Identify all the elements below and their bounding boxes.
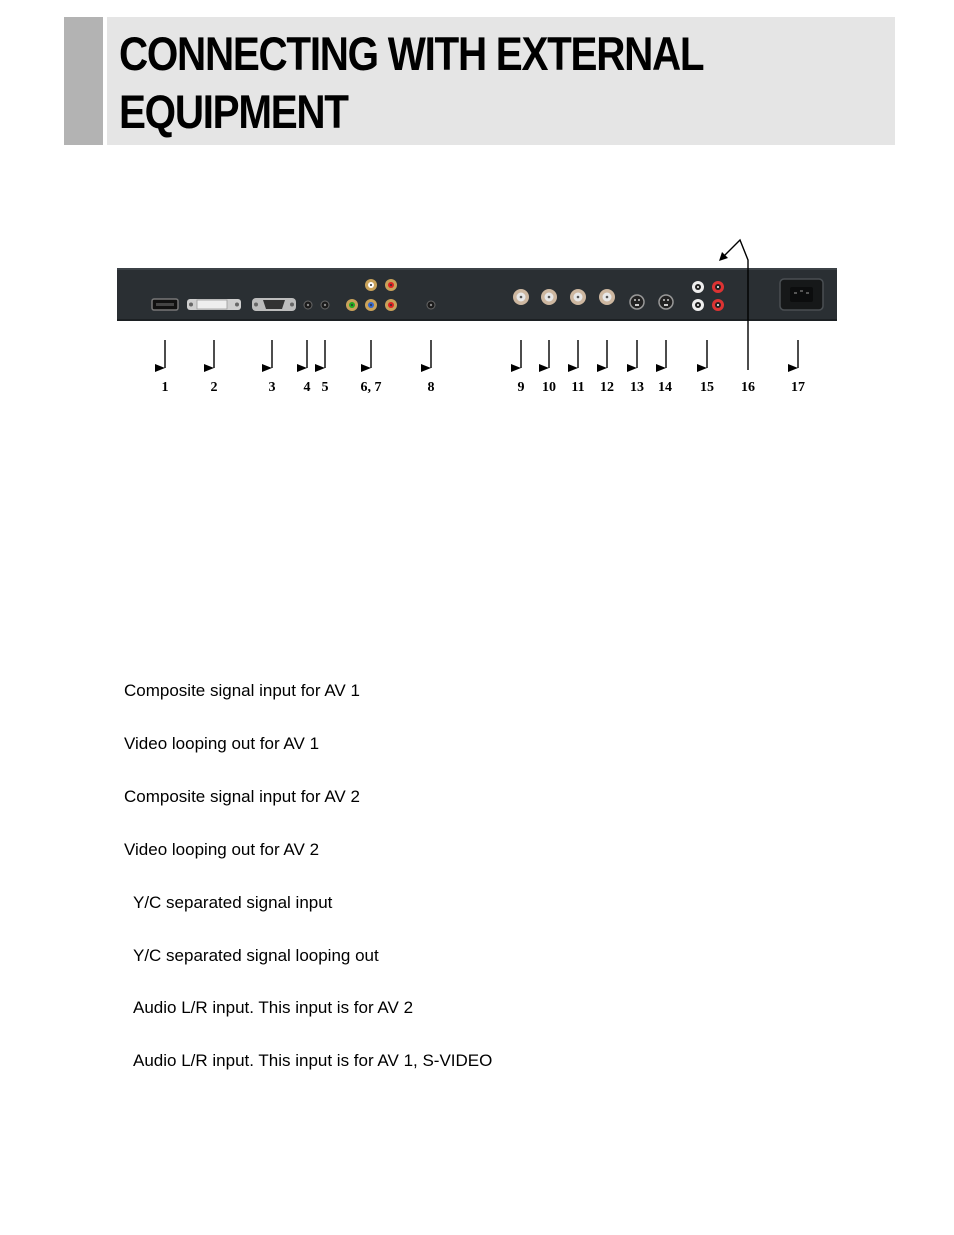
bnc-port-icon bbox=[513, 289, 529, 305]
connector-label: 17 bbox=[791, 380, 805, 395]
s-video-port-icon bbox=[658, 294, 674, 310]
s-video-port-icon bbox=[629, 294, 645, 310]
rear-panel bbox=[117, 268, 837, 321]
hdmi-port-icon bbox=[151, 298, 179, 311]
bnc-port-icon bbox=[570, 289, 586, 305]
description-item: Audio L/R input. This input is for AV 1,… bbox=[133, 1051, 493, 1070]
description-item: Y/C separated signal looping out bbox=[133, 946, 379, 965]
page-title-line-2: EQUIPMENT bbox=[119, 85, 349, 138]
header-banner: CONNECTING WITH EXTERNAL EQUIPMENT bbox=[107, 17, 895, 145]
connector-label: 4 bbox=[304, 380, 311, 395]
description-item: Audio L/R input. This input is for AV 2 bbox=[133, 998, 414, 1017]
description-item: Video looping out for AV 2 bbox=[124, 840, 320, 859]
connector-label: 11 bbox=[571, 380, 584, 395]
page-title-line-1: CONNECTING WITH EXTERNAL bbox=[119, 27, 705, 80]
mini-jack-icon bbox=[426, 300, 436, 310]
mini-jack-icon bbox=[303, 300, 313, 310]
rear-panel-figure: 1 2 3 4 5 6, 7 8 9 10 11 12 13 14 15 16 … bbox=[117, 232, 837, 404]
description-item: Composite signal input for AV 1 bbox=[124, 681, 360, 700]
connector-label: 14 bbox=[658, 380, 672, 395]
connector-label: 9 bbox=[518, 380, 525, 395]
connector-label: 10 bbox=[542, 380, 556, 395]
connector-label: 6, 7 bbox=[361, 380, 382, 395]
vga-port-icon bbox=[252, 298, 296, 311]
description-item: Y/C separated signal input bbox=[133, 893, 333, 912]
connector-label: 1 bbox=[162, 380, 169, 395]
ac-power-inlet-icon bbox=[779, 278, 824, 311]
connector-label: 5 bbox=[322, 380, 329, 395]
bnc-port-icon bbox=[541, 289, 557, 305]
connector-label: 8 bbox=[428, 380, 435, 395]
description-item: Composite signal input for AV 2 bbox=[124, 787, 360, 806]
connector-label: 2 bbox=[211, 380, 218, 395]
bnc-port-icon bbox=[599, 289, 615, 305]
mini-jack-icon bbox=[320, 300, 330, 310]
dvi-port-icon bbox=[187, 299, 241, 310]
connector-label: 13 bbox=[630, 380, 644, 395]
connector-label: 16 bbox=[741, 380, 755, 395]
connector-label: 12 bbox=[600, 380, 614, 395]
header-accent-bar bbox=[64, 17, 103, 145]
connector-label: 3 bbox=[269, 380, 276, 395]
connector-label: 15 bbox=[700, 380, 714, 395]
page-title: CONNECTING WITH EXTERNAL EQUIPMENT bbox=[119, 25, 705, 141]
description-item: Video looping out for AV 1 bbox=[124, 734, 320, 753]
